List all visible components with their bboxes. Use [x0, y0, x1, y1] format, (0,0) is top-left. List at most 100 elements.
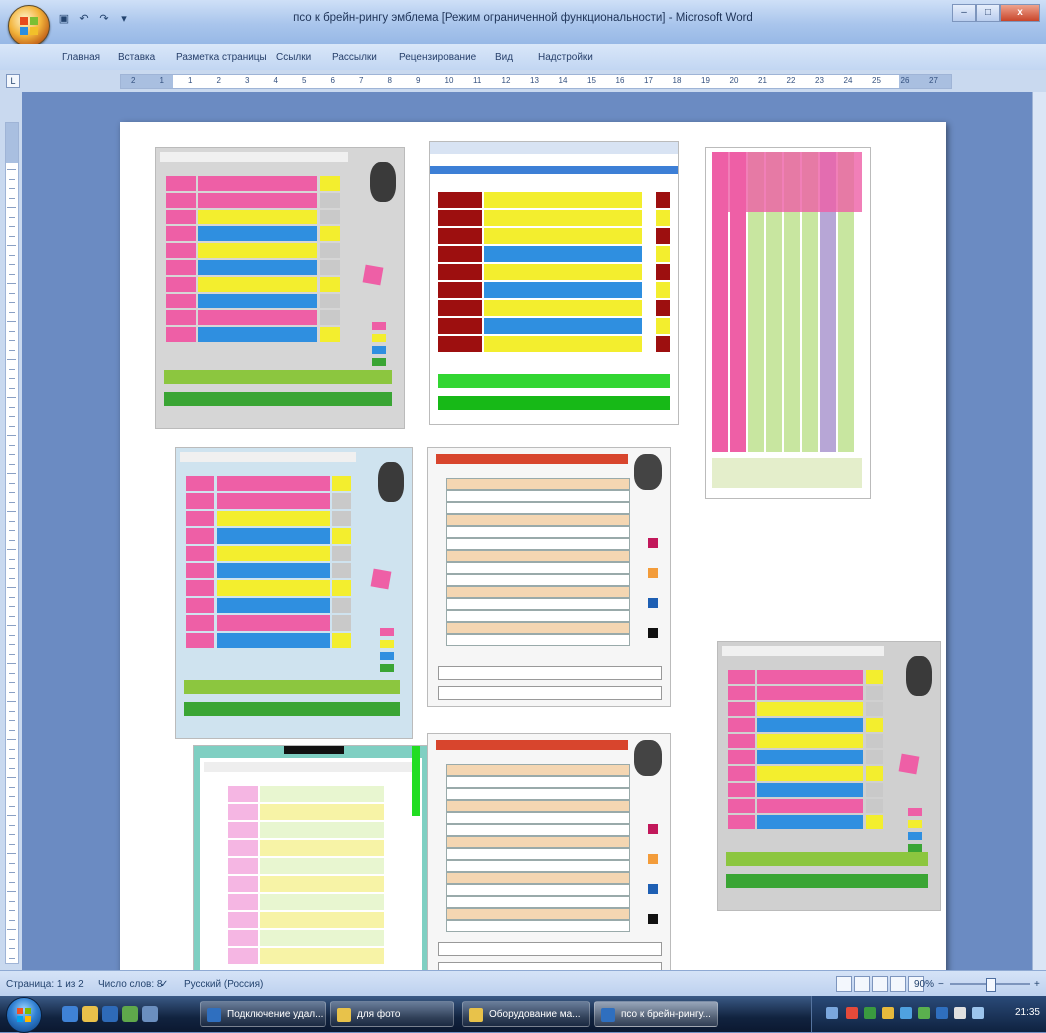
ruler-tick	[9, 311, 15, 313]
tray-device-icon[interactable]	[936, 1007, 948, 1019]
legend-color	[648, 884, 658, 894]
close-button[interactable]: x	[1000, 4, 1040, 22]
folder-icon	[469, 1008, 483, 1022]
tray-app-icon[interactable]	[918, 1007, 930, 1019]
page-count[interactable]: Страница: 1 из 2	[6, 979, 84, 990]
element-row	[260, 876, 384, 892]
taskbar-item-word-document[interactable]: псо к брейн-рингу...	[594, 1001, 718, 1027]
tab-stop-selector[interactable]: L	[6, 74, 20, 88]
start-button[interactable]	[6, 997, 42, 1033]
element-row	[756, 766, 864, 781]
lanthanides-row	[184, 680, 400, 694]
element-row	[446, 788, 630, 800]
ruler-tick	[9, 520, 15, 522]
s-block-cell	[438, 336, 482, 352]
ruler-number: 10	[444, 76, 454, 85]
tray-power-icon[interactable]	[972, 1007, 984, 1019]
spellcheck-icon[interactable]: ✓	[160, 979, 168, 990]
tab-references[interactable]: Ссылки	[276, 52, 311, 63]
taskbar-item-equipment-folder[interactable]: Оборудование ма...	[462, 1001, 590, 1027]
document-page[interactable]	[120, 122, 946, 970]
actinides-row	[184, 702, 400, 716]
zoom-out-icon[interactable]: −	[938, 979, 944, 990]
clock[interactable]: 21:35	[1015, 1007, 1040, 1018]
s-block-cell	[438, 264, 482, 280]
quick-launch-browser-icon[interactable]	[62, 1006, 78, 1022]
ruler-number: 15	[587, 76, 596, 85]
element-row	[756, 686, 864, 701]
tray-language-icon[interactable]	[826, 1007, 838, 1019]
element-row	[216, 597, 330, 614]
element-row	[756, 718, 864, 733]
maximize-button[interactable]: □	[976, 4, 1000, 22]
tray-network-icon[interactable]	[900, 1007, 912, 1019]
s-block-cell	[166, 209, 196, 225]
element-row	[198, 293, 318, 309]
horizontal-ruler[interactable]: 2 1 1 2 3 4 5 6 7 8 9 10 11 12 13 14 15 16 17 18 19 20 21 22 23 2…	[120, 74, 952, 89]
zoom-slider-knob[interactable]	[986, 978, 996, 992]
tab-page-layout[interactable]: Разметка страницы	[176, 52, 267, 63]
full-screen-icon[interactable]	[854, 976, 870, 992]
language-indicator[interactable]: Русский (Россия)	[184, 979, 263, 990]
tray-folder-icon[interactable]	[882, 1007, 894, 1019]
element-row	[198, 226, 318, 242]
word-count[interactable]: Число слов: 8	[98, 979, 162, 990]
ruler-number: 23	[815, 76, 824, 85]
tab-mailings[interactable]: Рассылки	[332, 52, 377, 63]
taskbar-item-remote-desktop[interactable]: Подключение удал...	[200, 1001, 326, 1027]
ruler-tick	[9, 387, 15, 389]
minimize-button[interactable]: –	[952, 4, 976, 22]
tray-update-icon[interactable]	[864, 1007, 876, 1019]
system-tray: 21:35	[811, 996, 1046, 1032]
ruler-number: 3	[245, 76, 250, 85]
footer-block	[712, 458, 862, 488]
tab-insert[interactable]: Вставка	[118, 52, 155, 63]
tray-volume-icon[interactable]	[954, 1007, 966, 1019]
ruler-tick	[7, 777, 16, 778]
tray-antivirus-icon[interactable]	[846, 1007, 858, 1019]
element-row	[260, 804, 384, 820]
zoom-slider[interactable]	[950, 978, 1030, 992]
ruler-tick	[9, 881, 15, 883]
web-layout-icon[interactable]	[872, 976, 888, 992]
quick-launch-folder-icon[interactable]	[82, 1006, 98, 1022]
ruler-tick	[9, 653, 15, 655]
portrait-image	[370, 162, 396, 202]
ruler-tick	[9, 729, 15, 731]
tab-review[interactable]: Рецензирование	[399, 52, 476, 63]
periodic-table-thumbnail	[176, 448, 412, 738]
noble-gas-cell	[656, 264, 670, 280]
group8-cell	[319, 226, 340, 242]
vertical-scrollbar[interactable]	[1032, 92, 1046, 970]
ruler-tick	[9, 805, 15, 807]
outline-icon[interactable]	[890, 976, 906, 992]
quick-launch-desktop-icon[interactable]	[142, 1006, 158, 1022]
zoom-level[interactable]: 90%	[914, 979, 934, 990]
s-block-cell	[438, 300, 482, 316]
quick-launch-word-icon[interactable]	[102, 1006, 118, 1022]
tab-home[interactable]: Главная	[62, 52, 100, 63]
zoom-in-icon[interactable]: +	[1034, 979, 1040, 990]
element-row	[260, 840, 384, 856]
ruler-tick	[7, 207, 16, 208]
ruler-tick	[9, 197, 15, 199]
tab-view[interactable]: Вид	[495, 52, 513, 63]
tab-addins[interactable]: Надстройки	[538, 52, 593, 63]
legend-color	[908, 844, 922, 853]
browser-toolbar	[430, 142, 678, 154]
print-layout-icon[interactable]	[836, 976, 852, 992]
group8-cell	[332, 632, 352, 648]
table-title	[722, 646, 884, 656]
element-row	[446, 764, 630, 776]
vertical-ruler[interactable]	[0, 92, 22, 970]
quick-launch-excel-icon[interactable]	[122, 1006, 138, 1022]
element-row	[216, 528, 330, 544]
element-row	[260, 894, 384, 910]
taskbar-item-photo-folder[interactable]: для фото	[330, 1001, 454, 1027]
ruler-number: 2	[131, 76, 136, 85]
element-row	[216, 580, 330, 596]
table-title-banner	[436, 454, 628, 464]
ruler-tick	[9, 691, 15, 693]
element-row	[260, 948, 384, 964]
lanthanides-row	[438, 942, 662, 956]
